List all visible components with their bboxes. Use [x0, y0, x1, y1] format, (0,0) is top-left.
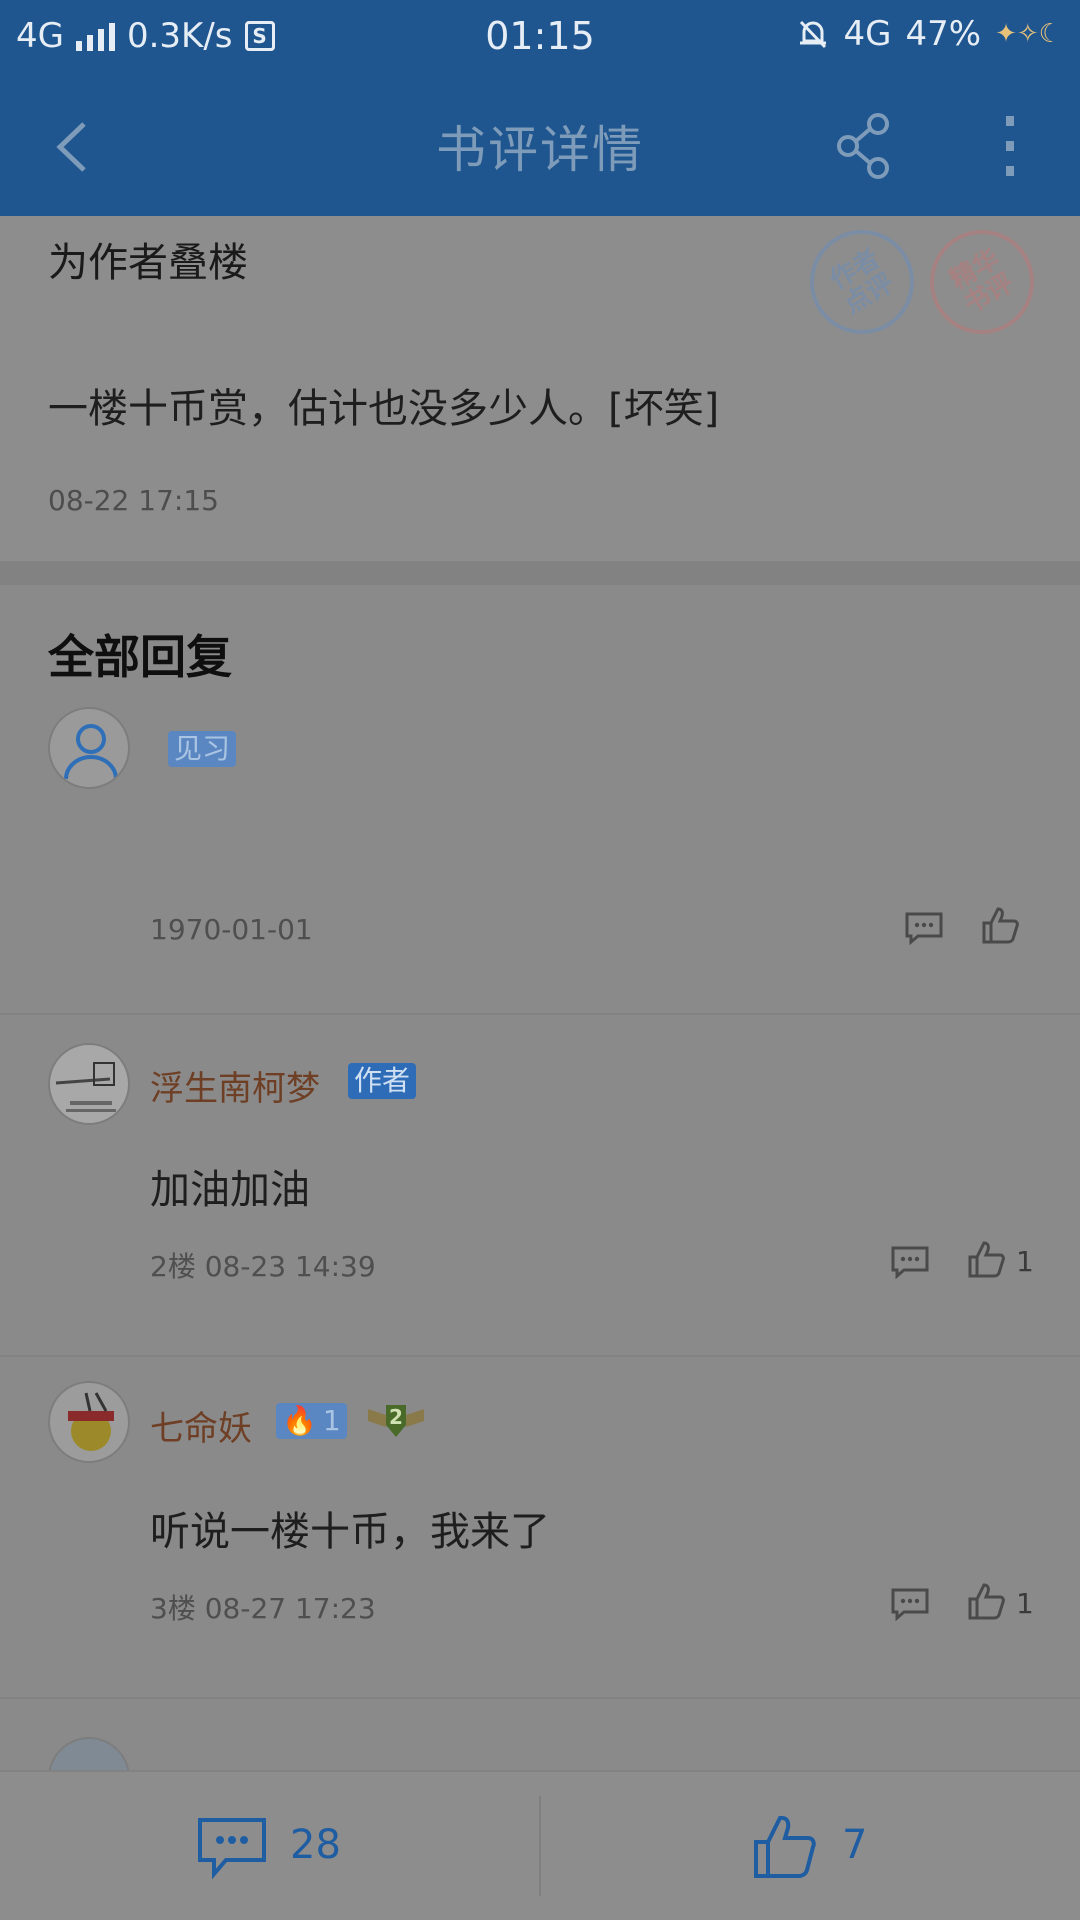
comment-count: 28 [290, 1822, 341, 1868]
thumbs-up-icon [968, 1241, 1005, 1278]
reply-item: 浮生南柯梦 作者 加油加油 2楼 08-23 14:39 1 [0, 1017, 1080, 1357]
page-title: 书评详情 [436, 121, 644, 179]
comment-icon [891, 1588, 929, 1621]
section-divider [0, 561, 1080, 585]
like-count-total: 7 [842, 1822, 868, 1868]
bottom-action-bar: 28 7 [0, 1770, 1080, 1920]
author-review-stamp: 作者 点评 [790, 210, 934, 354]
avatar[interactable] [48, 707, 130, 789]
more-button[interactable] [990, 110, 1030, 182]
reply-meta: 1970-01-01 [150, 913, 313, 946]
replies-section: 全部回复 见习 1970-01-01 浮生南柯梦 作者 加油加油 2楼 08-2… [0, 585, 1080, 1770]
avatar[interactable] [48, 1737, 130, 1770]
comment-icon [198, 1818, 266, 1880]
thumbs-up-icon [968, 1583, 1005, 1620]
reply-username[interactable]: 浮生南柯梦 [150, 1061, 320, 1110]
status-right: 4G 47% ✦✧☾ [796, 14, 1062, 54]
comment-button[interactable] [196, 1816, 268, 1880]
avatar-image [55, 1062, 116, 1112]
essence-stamp-label: 精华 书评 [944, 243, 1020, 321]
avatar[interactable] [48, 1043, 130, 1125]
stars-moon-icon: ✦✧☾ [995, 19, 1062, 49]
rank-shield-level: 2 [389, 1405, 403, 1429]
replies-title: 全部回复 [48, 630, 232, 684]
like-count: 1 [1016, 1245, 1034, 1278]
avatar-image [68, 1392, 114, 1451]
comment-icon [891, 1246, 929, 1279]
bell-off-icon [799, 20, 826, 49]
reply-like-button[interactable] [966, 1239, 1006, 1279]
avatar[interactable] [48, 1381, 130, 1463]
like-count: 1 [1016, 1587, 1034, 1620]
author-stamp-label: 作者 点评 [824, 243, 900, 321]
reply-like-button[interactable] [980, 905, 1020, 945]
more-vertical-icon [1006, 116, 1014, 176]
essence-review-stamp: 精华 书评 [910, 210, 1054, 354]
comment-icon [905, 912, 943, 945]
post-section: 为作者叠楼 作者 点评 精华 书评 一楼十币赏，估计也没多少人。[坏笑] 08-… [0, 210, 1080, 561]
network-type-right: 4G [843, 14, 892, 54]
reply-comment-button[interactable] [904, 911, 944, 945]
reply-text: 加油加油 [150, 1167, 310, 1213]
battery-level: 47% [905, 14, 982, 54]
status-bar: 4G 0.3K/s S 01:15 4G 47% ✦✧☾ [0, 0, 1080, 76]
fan-level-badge: 🔥 1 [276, 1403, 347, 1439]
fan-level-value: 1 [322, 1404, 341, 1437]
reply-item: 见习 1970-01-01 [0, 685, 1080, 1015]
reply-text: 听说一楼十币，我来了 [150, 1509, 550, 1555]
author-badge: 作者 [348, 1063, 417, 1099]
app-bar: 书评详情 [0, 76, 1080, 216]
reply-username[interactable]: 七命妖 [150, 1401, 252, 1450]
reply-meta: 3楼 08-27 17:23 [150, 1592, 376, 1625]
reply-item: 七命妖 🔥 1 2 听说一楼十币，我来了 3楼 08-27 17:23 1 [0, 1359, 1080, 1699]
flame-icon: 🔥 [282, 1404, 317, 1437]
post-body: 一楼十币赏，估计也没多少人。[坏笑] [48, 386, 720, 432]
like-button[interactable] [752, 1812, 818, 1880]
post-time: 08-22 17:15 [48, 484, 219, 517]
post-title: 为作者叠楼 [48, 240, 248, 286]
user-placeholder-icon [64, 724, 118, 780]
thumbs-up-icon [754, 1815, 816, 1878]
reply-comment-button[interactable] [890, 1245, 930, 1279]
share-icon [837, 113, 889, 179]
level-badge: 见习 [168, 731, 237, 767]
thumbs-up-icon [982, 907, 1019, 944]
reply-meta: 2楼 08-23 14:39 [150, 1250, 376, 1283]
share-button[interactable] [832, 110, 896, 182]
reply-like-button[interactable] [966, 1581, 1006, 1621]
bottom-divider [539, 1796, 541, 1896]
reply-comment-button[interactable] [890, 1587, 930, 1621]
